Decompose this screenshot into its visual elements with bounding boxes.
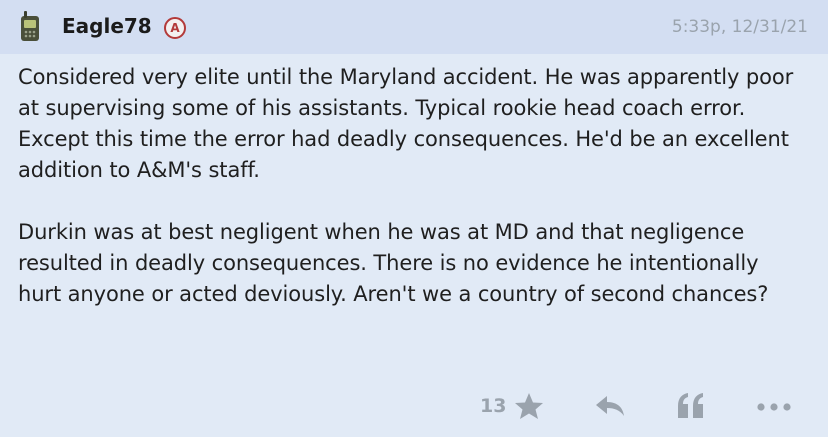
username-link[interactable]: Eagle78	[62, 12, 152, 40]
star-icon[interactable]	[514, 392, 544, 420]
post-body: Considered very elite until the Maryland…	[18, 62, 808, 310]
post-actions: 13	[0, 384, 828, 428]
post-timestamp: 5:33p, 12/31/21	[671, 17, 808, 37]
reply-icon[interactable]	[594, 394, 626, 418]
rating-count: 13	[480, 395, 507, 417]
post-paragraph: Durkin was at best negligent when he was…	[18, 220, 769, 306]
post-paragraph: Considered very elite until the Maryland…	[18, 65, 794, 182]
more-icon[interactable]	[756, 402, 792, 412]
forum-post: Eagle78 A 5:33p, 12/31/21 Considered ver…	[0, 0, 828, 437]
user-badge: A	[164, 17, 186, 39]
phone-icon	[21, 11, 39, 41]
post-header: Eagle78 A 5:33p, 12/31/21	[0, 0, 828, 54]
quote-icon[interactable]	[676, 392, 706, 420]
